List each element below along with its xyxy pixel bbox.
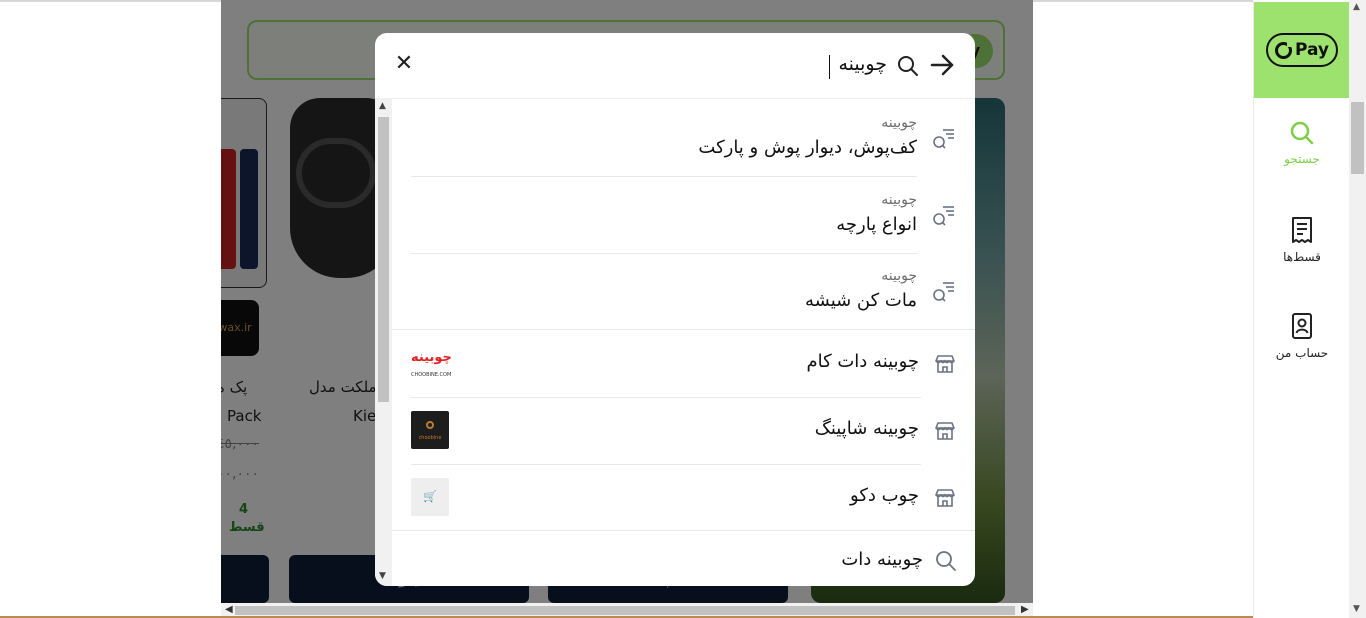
text-caret (829, 55, 830, 79)
brand-logo-area[interactable]: Pay (1254, 2, 1350, 98)
search-icon[interactable] (897, 55, 919, 77)
category-search-icon (933, 129, 954, 149)
scrollbar-thumb[interactable] (378, 117, 389, 402)
divider (411, 253, 917, 254)
shop-logo-placeholder: 🛒 (411, 478, 449, 516)
divider (411, 176, 917, 177)
keyword-text: چوبینه دات (841, 549, 923, 570)
screen: y wax.ir پک ه Pack ٤٥,٠٠٠ ٠٠,٠٠٠ 4 قسط م… (0, 0, 1366, 618)
page-vertical-scrollbar[interactable]: ▲ ▼ (1349, 0, 1366, 618)
shop-logo-text: choobine (418, 435, 442, 441)
shop-logo: چوبینه CHOOBINE.COM (411, 344, 452, 382)
sidebar-item-account[interactable]: حساب من (1254, 312, 1350, 360)
search-input[interactable]: چوبینه (838, 53, 887, 75)
section-divider (392, 329, 975, 330)
scroll-left-arrow[interactable]: ◀ (225, 604, 233, 615)
shop-name: چوبینه شاپینگ (814, 418, 919, 439)
suggestion-term: چوبینه (881, 115, 917, 131)
receipt-icon (1292, 217, 1312, 243)
brand-logo: Pay (1266, 33, 1338, 67)
shop-result-row[interactable]: 🛒 چوب دکو (411, 465, 919, 531)
brand-logo-text: Pay (1294, 40, 1330, 60)
scroll-down-arrow[interactable]: ▼ (1353, 604, 1360, 614)
suggestion-category: مات کن شیشه (804, 290, 917, 311)
shop-logo-text: چوبینه (411, 350, 452, 365)
suggestion-row[interactable]: چوبینه مات کن شیشه (411, 268, 917, 311)
logo-ring-icon (1274, 40, 1293, 59)
search-icon (936, 551, 956, 571)
sidebar-item-installments[interactable]: قسط‌ها (1254, 216, 1350, 264)
sidebar-item-label: حساب من (1275, 346, 1329, 360)
suggestion-row[interactable]: چوبینه انواع پارچه (411, 192, 917, 235)
keyword-result-row[interactable]: چوبینه دات (392, 531, 975, 586)
shop-result-row[interactable]: چوبینه CHOOBINE.COM چوبینه دات کام (411, 331, 919, 397)
scroll-right-arrow[interactable]: ▶ (1021, 604, 1029, 615)
sidebar-item-search[interactable]: جستجو (1254, 120, 1350, 166)
shop-result-row[interactable]: choobine چوبینه شاپینگ (411, 398, 919, 464)
search-header: ✕ چوبینه (375, 33, 975, 99)
shop-logo: choobine (411, 411, 449, 449)
store-icon (935, 355, 955, 373)
scroll-up-arrow[interactable]: ▲ (1353, 2, 1360, 12)
suggestion-term: چوبینه (881, 268, 917, 284)
shop-logo-subtext: CHOOBINE.COM (411, 372, 452, 378)
category-search-icon (933, 206, 954, 226)
account-icon (1292, 313, 1312, 339)
back-arrow-icon[interactable] (929, 52, 955, 78)
store-icon (935, 489, 955, 507)
suggestion-category: کف‌پوش، دیوار پوش و پارکت (698, 137, 917, 158)
right-sidebar: Pay جستجو قسط‌ها حساب من (1253, 0, 1350, 618)
suggestion-row[interactable]: چوبینه کف‌پوش، دیوار پوش و پارکت (411, 115, 917, 158)
scrollbar-thumb[interactable] (235, 606, 1015, 615)
scroll-up-arrow[interactable]: ▲ (379, 101, 386, 111)
suggestion-term: چوبینه (881, 192, 917, 208)
results-scrollbar[interactable]: ▲ ▼ (375, 99, 392, 586)
scroll-down-arrow[interactable]: ▼ (379, 571, 386, 581)
shop-name: چوب دکو (850, 485, 919, 506)
sidebar-item-label: جستجو (1284, 152, 1320, 166)
scrollbar-thumb[interactable] (1351, 102, 1364, 174)
store-icon (935, 422, 955, 440)
logo-mark (426, 421, 434, 429)
search-icon (1290, 121, 1314, 145)
category-search-icon (933, 282, 954, 302)
close-icon[interactable]: ✕ (393, 53, 415, 75)
shop-name: چوبینه دات کام (806, 351, 919, 372)
sidebar-item-label: قسط‌ها (1283, 250, 1321, 264)
suggestion-category: انواع پارچه (836, 214, 917, 235)
search-modal: ✕ چوبینه ▲ ▼ چوبینه کف‌پوش، دیوار پوش و … (375, 33, 975, 586)
